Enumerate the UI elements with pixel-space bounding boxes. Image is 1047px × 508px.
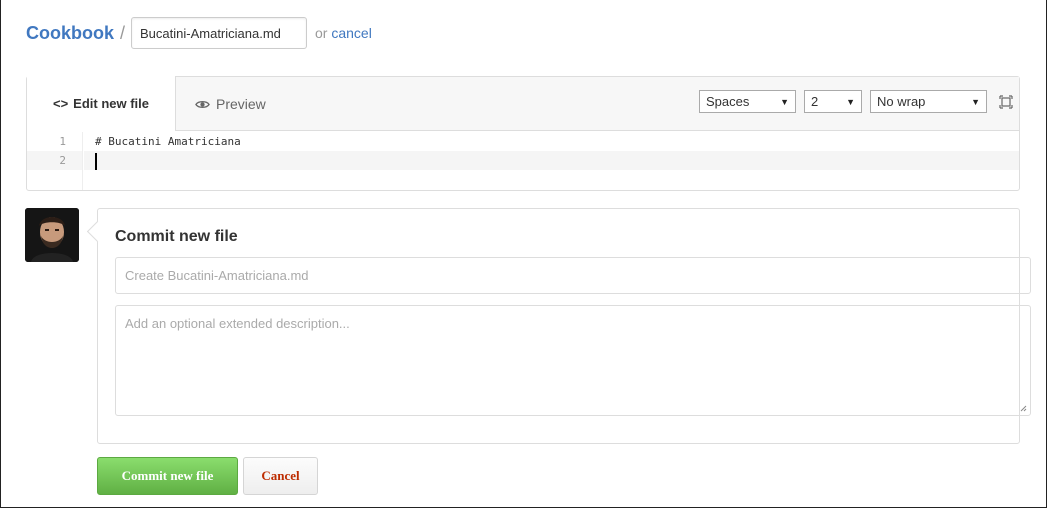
avatar bbox=[25, 208, 79, 262]
text-caret bbox=[95, 153, 97, 170]
commit-button[interactable]: Commit new file bbox=[97, 457, 238, 495]
wrap-mode-select[interactable]: No wrap ▼ bbox=[870, 90, 987, 113]
description-placeholder: Add an optional extended description... bbox=[125, 316, 350, 331]
cancel-button[interactable]: Cancel bbox=[243, 457, 318, 495]
summary-placeholder: Create Bucatini-Amatriciana.md bbox=[125, 268, 309, 283]
or-text: or bbox=[315, 25, 328, 41]
wrap-mode-value: No wrap bbox=[877, 94, 926, 109]
tab-preview-label: Preview bbox=[216, 96, 266, 112]
repo-link[interactable]: Cookbook bbox=[26, 23, 114, 44]
breadcrumb-separator: / bbox=[120, 22, 126, 43]
tab-edit-new-file[interactable]: <> Edit new file bbox=[27, 76, 176, 131]
resize-grip-icon[interactable] bbox=[1020, 405, 1027, 412]
commit-form: Commit new file Create Bucatini-Amatrici… bbox=[97, 208, 1031, 444]
editor-header: <> Edit new file Preview Spaces ▼ 2 ▼ No… bbox=[27, 76, 1019, 131]
editor-options: Spaces ▼ 2 ▼ No wrap ▼ bbox=[699, 90, 1015, 113]
commit-description-textarea[interactable]: Add an optional extended description... bbox=[115, 305, 1031, 416]
or-cancel: or cancel bbox=[315, 25, 372, 41]
commit-summary-input[interactable]: Create Bucatini-Amatriciana.md bbox=[115, 257, 1031, 294]
avatar-image bbox=[25, 208, 79, 262]
code-icon: <> bbox=[52, 96, 69, 111]
tab-preview[interactable]: Preview bbox=[195, 77, 266, 131]
chevron-down-icon: ▼ bbox=[971, 96, 980, 107]
cancel-link[interactable]: cancel bbox=[331, 25, 371, 41]
indent-size-select[interactable]: 2 ▼ bbox=[804, 90, 862, 113]
code-area[interactable]: # Bucatini Amatriciana bbox=[84, 132, 1019, 190]
tab-edit-label: Edit new file bbox=[73, 96, 150, 111]
chevron-down-icon: ▼ bbox=[846, 96, 855, 107]
code-line: # Bucatini Amatriciana bbox=[95, 135, 241, 148]
filename-input[interactable] bbox=[131, 17, 308, 49]
commit-title: Commit new file bbox=[115, 228, 238, 245]
line-number: 1 bbox=[59, 135, 66, 148]
indent-size-value: 2 bbox=[811, 94, 819, 109]
eye-icon bbox=[195, 100, 210, 108]
file-editor: <> Edit new file Preview Spaces ▼ 2 ▼ No… bbox=[26, 76, 1020, 191]
chevron-down-icon: ▼ bbox=[780, 96, 789, 107]
indent-mode-value: Spaces bbox=[706, 94, 750, 109]
code-line-active bbox=[84, 151, 1019, 170]
fullscreen-icon[interactable] bbox=[999, 94, 1013, 109]
line-number: 2 bbox=[27, 151, 82, 170]
line-gutter: 1 2 bbox=[27, 132, 83, 190]
breadcrumb: Cookbook / or cancel bbox=[26, 17, 372, 49]
indent-mode-select[interactable]: Spaces ▼ bbox=[699, 90, 796, 113]
